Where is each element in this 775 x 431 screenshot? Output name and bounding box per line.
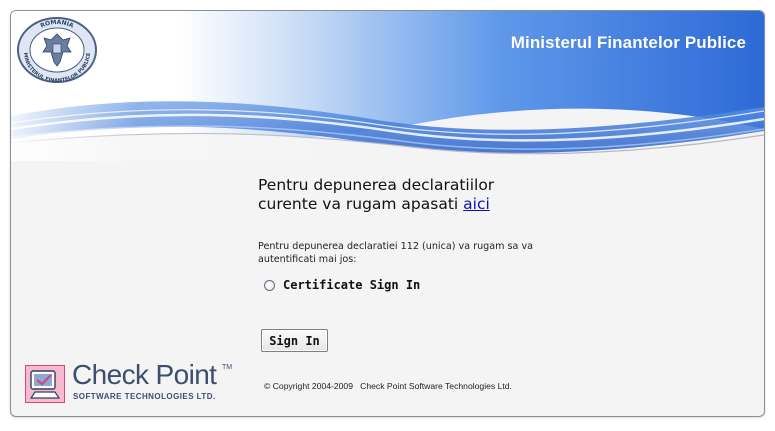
certificate-radio-icon[interactable] [264,279,275,291]
header-banner: ROMANIA MINISTERUL FINANTELOR PUBLICE Mi… [11,11,764,161]
sign-in-button[interactable]: Sign In [261,329,328,352]
authentication-note: Pentru depunerea declaratiei 112 (unica)… [258,241,534,265]
heading-line-2: curente va rugam apasati [258,195,459,213]
declarations-link[interactable]: aici [463,195,490,213]
login-content: Pentru depunerea declaratiilor curente v… [258,176,618,292]
login-page: ROMANIA MINISTERUL FINANTELOR PUBLICE Mi… [10,10,765,417]
romania-seal-icon: ROMANIA MINISTERUL FINANTELOR PUBLICE [17,17,97,84]
certificate-option[interactable]: Certificate Sign In [258,278,618,292]
page-heading: Pentru depunerea declaratiilor curente v… [258,176,618,214]
heading-line-1: Pentru depunerea declaratiilor [258,176,495,194]
ministry-title: Ministerul Finantelor Publice [510,33,746,52]
copyright-notice: © Copyright 2004-2009 Check Point Softwa… [264,381,512,391]
check-point-logo-icon [25,365,65,403]
vendor-name: Check Point [72,359,217,390]
vendor-subtitle: SOFTWARE TECHNOLOGIES LTD. [73,392,216,401]
vendor-trademark: TM [222,364,233,371]
certificate-radio-label[interactable]: Certificate Sign In [283,278,420,292]
